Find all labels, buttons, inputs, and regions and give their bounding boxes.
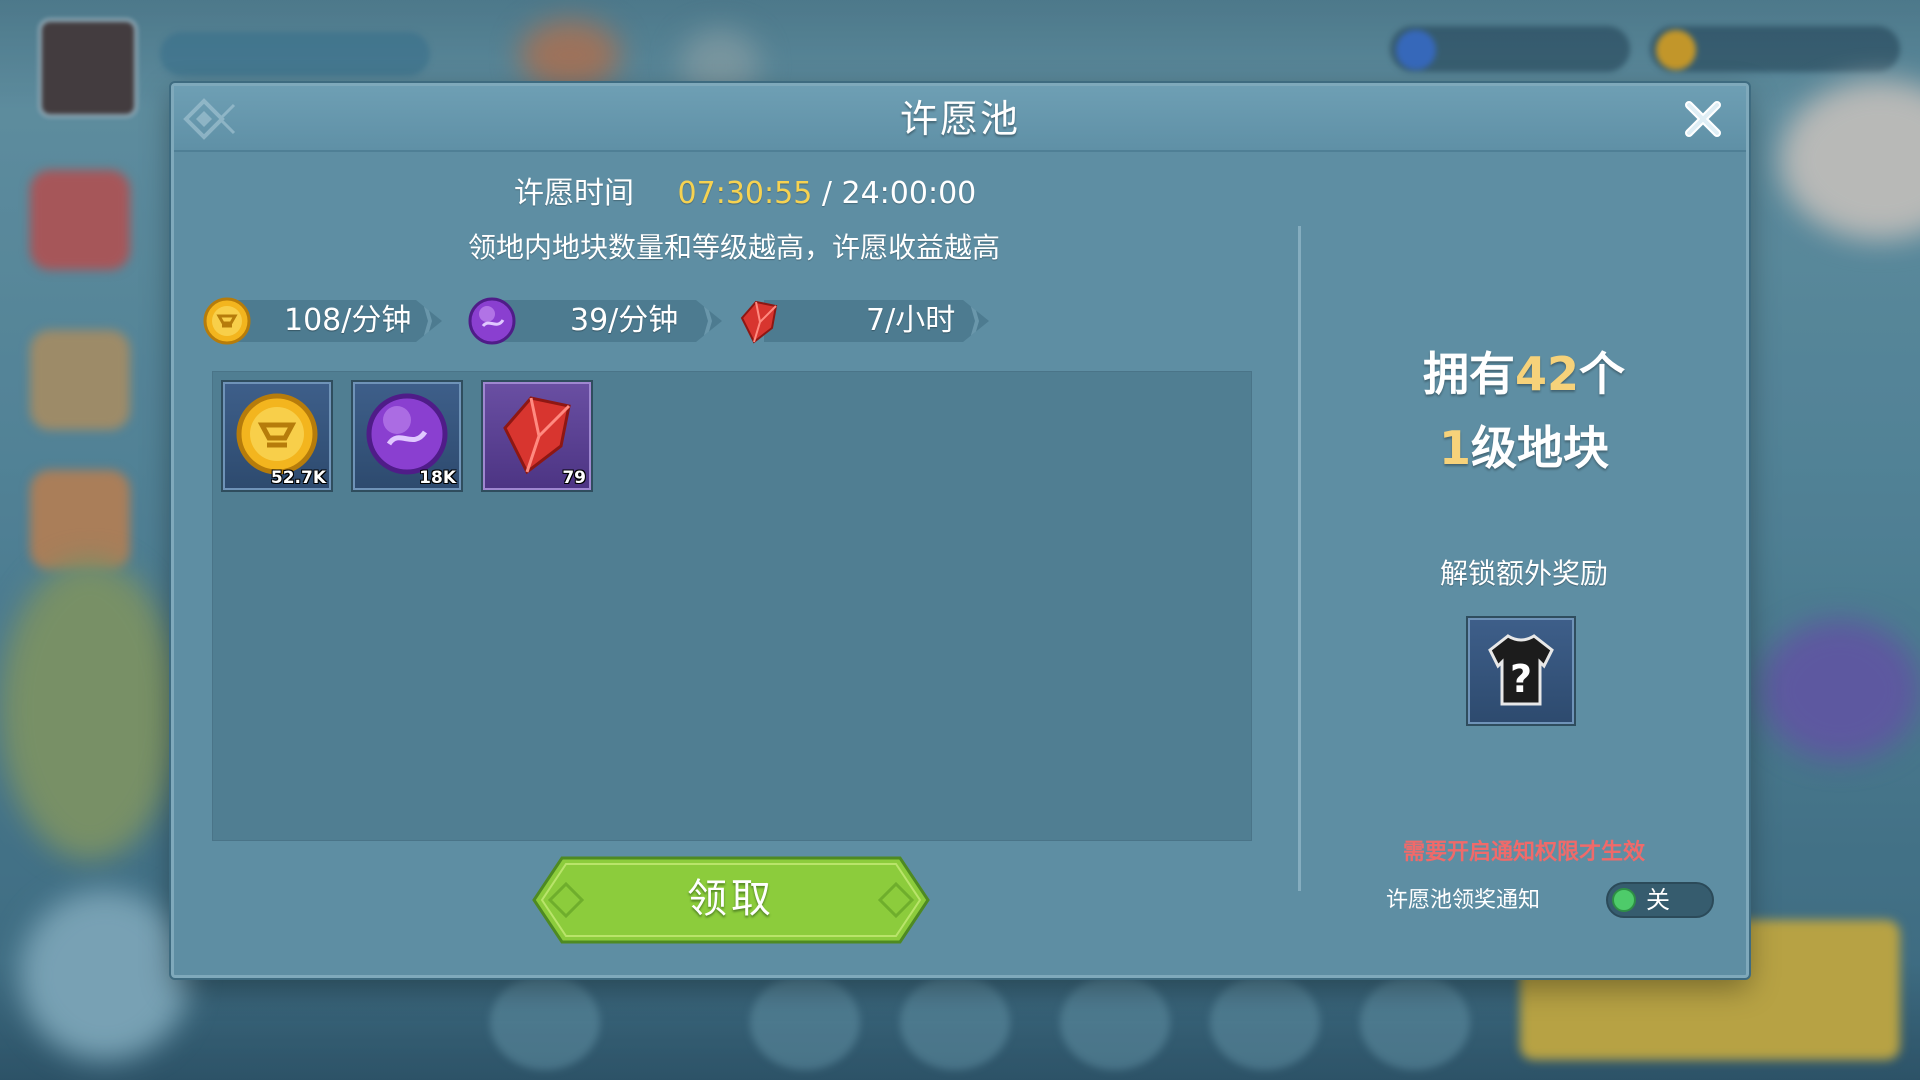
reward-qty: 18K xyxy=(419,468,456,488)
wish-time-total: 24:00:00 xyxy=(841,176,977,211)
rewards-area: 52.7K 18K 79 xyxy=(212,371,1252,841)
gold-coin-icon xyxy=(236,393,318,475)
gold-coin-icon xyxy=(203,297,251,345)
rate-orb-value: 39/分钟 xyxy=(570,303,679,338)
panel-divider xyxy=(1298,226,1301,891)
question-shirt-icon: ? xyxy=(1488,634,1554,706)
rate-gold: 108/分钟 xyxy=(202,296,442,345)
wish-time-label: 许愿时间 xyxy=(514,176,634,211)
svg-text:?: ? xyxy=(1510,657,1532,701)
reward-item-orb[interactable]: 18K xyxy=(351,380,463,492)
notification-permission-warning: 需要开启通知权限才生效 xyxy=(1402,840,1645,865)
purple-orb-icon xyxy=(468,297,516,345)
claim-button-label: 领取 xyxy=(687,876,775,922)
red-crystal-icon xyxy=(503,396,571,475)
toggle-text: 关 xyxy=(1646,886,1670,914)
toggle-knob xyxy=(1612,888,1636,912)
reward-qty: 52.7K xyxy=(270,468,326,488)
claim-button[interactable]: 领取 xyxy=(532,856,930,944)
wish-time-separator: / xyxy=(821,176,832,211)
rate-gold-value: 108/分钟 xyxy=(284,303,412,338)
wish-time-current: 07:30:55 xyxy=(677,176,813,211)
notify-toggle[interactable]: 关 xyxy=(1606,882,1714,918)
red-crystal-icon xyxy=(740,300,778,344)
purple-orb-icon xyxy=(366,393,448,475)
rate-orb: 39/分钟 xyxy=(467,296,722,345)
mystery-reward-item[interactable]: ? xyxy=(1466,616,1576,726)
rate-crystal-value: 7/小时 xyxy=(866,303,956,338)
reward-qty: 79 xyxy=(562,468,586,488)
unlock-extra-reward-label: 解锁额外奖励 xyxy=(1439,557,1608,590)
reward-item-gold[interactable]: 52.7K xyxy=(221,380,333,492)
wish-time-row: 许愿时间 07:30:55 / 24:00:00 xyxy=(514,174,976,214)
wishing-pool-dialog: 许愿池 许愿时间 07:30:55 / 24:00:00 领地内地块数量和等级越… xyxy=(171,83,1749,978)
reward-item-crystal[interactable]: 79 xyxy=(481,380,593,492)
owned-tiles-level: 1级地块 xyxy=(1438,421,1609,475)
rate-crystal: 7/小时 xyxy=(734,296,989,344)
dialog-title: 许愿池 xyxy=(899,97,1020,141)
owned-tiles-count: 拥有42个 xyxy=(1422,347,1625,401)
dialog-header: 许愿池 xyxy=(174,86,1746,152)
close-icon[interactable] xyxy=(1682,98,1724,140)
notify-label: 许愿池领奖通知 xyxy=(1386,888,1541,913)
wish-hint-text: 领地内地块数量和等级越高，许愿收益越高 xyxy=(467,231,1000,264)
